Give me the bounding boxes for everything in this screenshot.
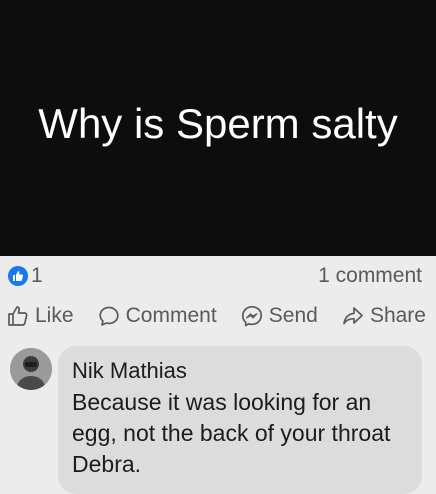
comment-label: Comment: [125, 304, 217, 327]
post-actions-bar: Like Comment Send Share: [0, 296, 436, 336]
like-label: Like: [35, 304, 74, 327]
comment-text: Because it was looking for an egg, not t…: [72, 389, 391, 477]
reaction-summary[interactable]: 1: [8, 264, 43, 288]
comment-item: Nik Mathias Because it was looking for a…: [0, 340, 436, 494]
post-image[interactable]: Why is Sperm salty: [0, 0, 436, 256]
like-badge-icon: [8, 266, 28, 286]
send-button[interactable]: Send: [240, 304, 318, 328]
send-label: Send: [268, 304, 318, 327]
messenger-icon: [240, 304, 264, 328]
comment-bubble: Nik Mathias Because it was looking for a…: [58, 346, 422, 494]
comment-author-name[interactable]: Nik Mathias: [72, 356, 408, 386]
speech-bubble-icon: [97, 304, 121, 328]
share-arrow-icon: [341, 304, 365, 328]
share-label: Share: [369, 304, 426, 327]
post-image-text: Why is Sperm salty: [38, 100, 398, 147]
reaction-count: 1: [31, 264, 43, 287]
like-button[interactable]: Like: [6, 304, 74, 328]
avatar[interactable]: [10, 348, 52, 390]
comment-count-link[interactable]: 1 comment: [318, 264, 422, 288]
stats-bar: 1 1 comment: [0, 256, 436, 296]
comment-button[interactable]: Comment: [97, 304, 217, 328]
share-button[interactable]: Share: [341, 304, 426, 328]
thumbs-up-icon: [6, 304, 30, 328]
